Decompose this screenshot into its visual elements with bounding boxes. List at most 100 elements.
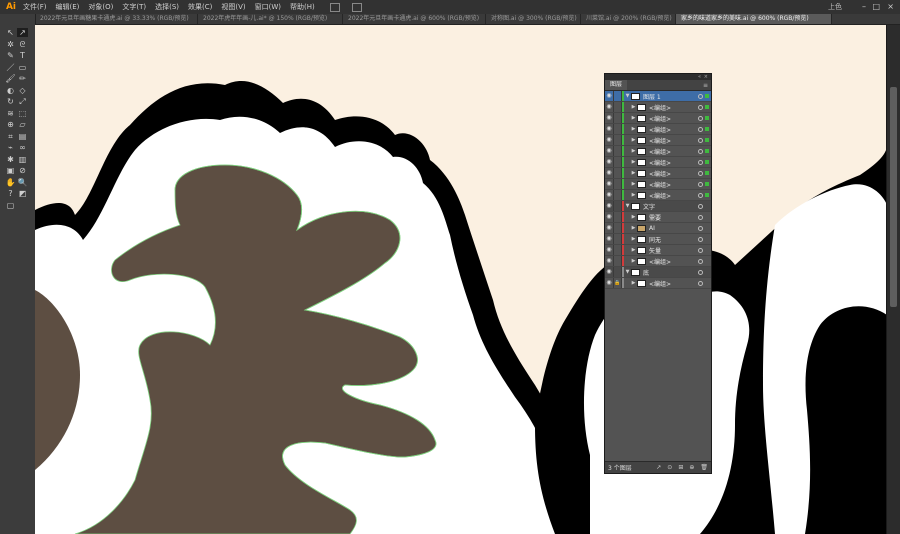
visibility-eye-icon[interactable]: ◉ xyxy=(605,179,614,189)
selection-square[interactable] xyxy=(705,226,709,230)
menu-window[interactable]: 窗口(W) xyxy=(255,2,281,12)
document-tab[interactable]: 对称图.ai @ 300% (RGB/预览) xyxy=(486,14,581,24)
selection-square[interactable] xyxy=(705,182,709,186)
hand-icon[interactable]: ✋ xyxy=(5,178,16,187)
collapse-triangle-icon[interactable]: ▼ xyxy=(624,93,631,99)
visibility-eye-icon[interactable]: ◉ xyxy=(605,168,614,178)
free-transform-icon[interactable]: ⬚ xyxy=(17,109,28,118)
target-circle-icon[interactable] xyxy=(698,214,703,220)
selection-square[interactable] xyxy=(705,160,709,164)
lock-icon[interactable] xyxy=(614,201,622,211)
eraser-icon[interactable]: ◇ xyxy=(17,86,28,95)
magic-wand-icon[interactable]: ✲ xyxy=(5,40,16,49)
rectangle-icon[interactable]: ▭ xyxy=(17,63,28,72)
direct-selection-icon[interactable]: ↗ xyxy=(17,28,28,37)
sublayer-row[interactable]: ◉ ▶ 矢量 xyxy=(605,245,711,256)
locate-object-icon[interactable]: ↗ xyxy=(656,464,661,471)
sublayer-row[interactable]: ◉ ▶ <编组> xyxy=(605,157,711,168)
layer-name[interactable]: 需要 xyxy=(649,213,698,222)
lock-icon[interactable] xyxy=(614,168,622,178)
close-panel-icon[interactable]: × xyxy=(704,74,708,80)
sublayer-row[interactable]: ◉ ▶ AI xyxy=(605,223,711,234)
layer-name[interactable]: <编组> xyxy=(649,114,698,123)
expand-triangle-icon[interactable]: ▶ xyxy=(630,181,637,187)
selection-square[interactable] xyxy=(705,204,709,208)
symbol-sprayer-icon[interactable]: ✱ xyxy=(5,155,16,164)
sublayer-row[interactable]: ◉ ▶ <编组> xyxy=(605,113,711,124)
sublayer-row[interactable]: ◉ ▶ <编组> xyxy=(605,135,711,146)
blend-icon[interactable]: ∞ xyxy=(17,143,28,152)
eyedropper-icon[interactable]: ⌁ xyxy=(5,143,16,152)
expand-triangle-icon[interactable]: ▶ xyxy=(630,148,637,154)
sublayer-row[interactable]: ◉ ▶ <编组> xyxy=(605,179,711,190)
expand-triangle-icon[interactable]: ▶ xyxy=(630,115,637,121)
layer-name[interactable]: <编组> xyxy=(649,180,698,189)
layer-name[interactable]: <编组> xyxy=(649,257,698,266)
delete-icon[interactable]: 🗑 xyxy=(700,464,708,471)
target-circle-icon[interactable] xyxy=(698,148,703,154)
target-circle-icon[interactable] xyxy=(698,115,703,121)
width-icon[interactable]: ≋ xyxy=(5,109,16,118)
visibility-eye-icon[interactable]: ◉ xyxy=(605,278,614,288)
selection-square[interactable] xyxy=(705,105,709,109)
sublayer-row[interactable]: ◉ ▶ <编组> xyxy=(605,190,711,201)
arrange-documents-icon[interactable] xyxy=(351,2,362,12)
selection-square[interactable] xyxy=(705,259,709,263)
menu-help[interactable]: 帮助(H) xyxy=(290,2,315,12)
target-circle-icon[interactable] xyxy=(698,170,703,176)
target-circle-icon[interactable] xyxy=(698,258,703,264)
slice-icon[interactable]: ⊘ xyxy=(17,166,28,175)
make-clipping-mask-icon[interactable]: ⊙ xyxy=(667,464,672,471)
artboard-icon[interactable]: ▣ xyxy=(5,166,16,175)
target-circle-icon[interactable] xyxy=(698,181,703,187)
expand-triangle-icon[interactable]: ▶ xyxy=(630,104,637,110)
selection-square[interactable] xyxy=(705,193,709,197)
visibility-eye-icon[interactable]: ◉ xyxy=(605,212,614,222)
selection-square[interactable] xyxy=(705,237,709,241)
gradient-icon[interactable]: ▤ xyxy=(17,132,28,141)
lock-icon[interactable] xyxy=(614,113,622,123)
collapse-triangle-icon[interactable]: ▼ xyxy=(624,203,631,209)
sublayer-row[interactable]: ◉ ▶ 同无 xyxy=(605,234,711,245)
sublayer-row[interactable]: ◉ ▶ 需要 xyxy=(605,212,711,223)
screen-mode-icon[interactable]: ▢ xyxy=(5,201,16,210)
expand-triangle-icon[interactable]: ▶ xyxy=(630,280,637,286)
visibility-eye-icon[interactable]: ◉ xyxy=(605,91,614,101)
target-circle-icon[interactable] xyxy=(698,104,703,110)
expand-triangle-icon[interactable]: ▶ xyxy=(630,225,637,231)
lock-icon[interactable] xyxy=(614,223,622,233)
expand-triangle-icon[interactable]: ▶ xyxy=(630,192,637,198)
maximize-icon[interactable]: □ xyxy=(872,2,880,11)
layer-name[interactable]: AI xyxy=(649,225,698,232)
selection-square[interactable] xyxy=(705,215,709,219)
vertical-scrollbar[interactable] xyxy=(886,25,900,534)
lock-icon[interactable] xyxy=(614,179,622,189)
selection-square[interactable] xyxy=(705,127,709,131)
layer-name[interactable]: <编组> xyxy=(649,147,698,156)
line-icon[interactable]: ／ xyxy=(5,63,16,72)
selection-square[interactable] xyxy=(705,138,709,142)
sublayer-row[interactable]: ◉ ▶ <编组> xyxy=(605,124,711,135)
layer-name[interactable]: 图层 1 xyxy=(643,92,698,101)
visibility-eye-icon[interactable]: ◉ xyxy=(605,245,614,255)
selection-square[interactable] xyxy=(705,171,709,175)
scrollbar-thumb[interactable] xyxy=(890,87,897,307)
close-icon[interactable]: × xyxy=(887,2,894,11)
lock-icon[interactable] xyxy=(614,190,622,200)
visibility-eye-icon[interactable]: ◉ xyxy=(605,102,614,112)
lock-icon[interactable] xyxy=(614,146,622,156)
document-tab[interactable]: 2022年元旦年画糖果卡通虎.ai @ 33.33% (RGB/预览) xyxy=(35,14,198,24)
selection-square[interactable] xyxy=(705,248,709,252)
selection-square[interactable] xyxy=(705,94,709,98)
layer-name[interactable]: <编组> xyxy=(649,136,698,145)
layer-name[interactable]: <编组> xyxy=(649,158,698,167)
zoom-icon[interactable]: 🔍 xyxy=(17,178,28,187)
menu-edit[interactable]: 编辑(E) xyxy=(56,2,80,12)
pen-icon[interactable]: ✎ xyxy=(5,51,16,60)
visibility-eye-icon[interactable]: ◉ xyxy=(605,256,614,266)
target-circle-icon[interactable] xyxy=(698,236,703,242)
menu-object[interactable]: 对象(O) xyxy=(88,2,113,12)
workspace-switcher[interactable]: 上色 xyxy=(828,2,842,12)
panel-menu-icon[interactable]: ≡ xyxy=(703,82,708,89)
perspective-icon[interactable]: ▱ xyxy=(17,120,28,129)
